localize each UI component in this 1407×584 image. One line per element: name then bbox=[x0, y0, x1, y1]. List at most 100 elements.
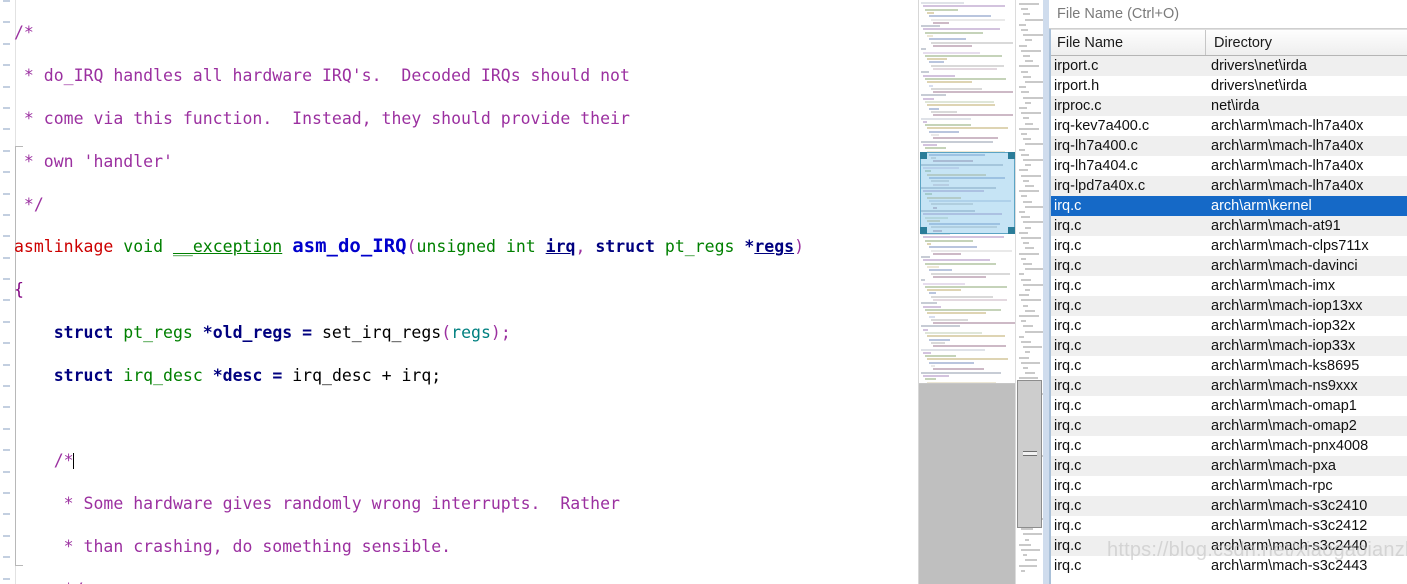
minimap-line bbox=[925, 77, 1007, 80]
table-row[interactable]: irq-lh7a400.c arch\arm\mach-lh7a40x bbox=[1049, 136, 1407, 156]
table-row[interactable]: irq-kev7a400.c arch\arm\mach-lh7a40x bbox=[1049, 116, 1407, 136]
scrollbar-tick bbox=[1021, 278, 1031, 281]
minimap-line bbox=[931, 341, 946, 344]
table-row[interactable]: irq.c arch\arm\mach-omap1 bbox=[1049, 396, 1407, 416]
scrollbar-tick bbox=[1023, 55, 1030, 57]
table-row[interactable]: irq.c arch\arm\mach-iop33x bbox=[1049, 336, 1407, 356]
scrollbar-tick bbox=[1025, 39, 1032, 42]
table-row[interactable]: irq.c arch\arm\kernel bbox=[1049, 196, 1407, 216]
minimap-page-separator bbox=[919, 383, 1016, 384]
code-editor-pane[interactable]: /* * do_IRQ handles all hardware IRQ's. … bbox=[0, 0, 918, 584]
minimap-line bbox=[931, 41, 1013, 44]
table-row[interactable]: irq.c arch\arm\mach-pxa bbox=[1049, 456, 1407, 476]
minimap-line bbox=[927, 335, 1005, 338]
minimap-line bbox=[923, 28, 1000, 31]
cell-directory: arch\arm\mach-imx bbox=[1211, 278, 1336, 294]
scrollbar-tick bbox=[1025, 226, 1031, 229]
table-row[interactable]: irq.c arch\arm\mach-s3c2443 bbox=[1049, 556, 1407, 576]
table-row[interactable]: irq.c arch\arm\mach-davinci bbox=[1049, 256, 1407, 276]
minimap-line bbox=[921, 325, 961, 328]
table-row[interactable]: irport.c drivers\net\irda bbox=[1049, 56, 1407, 76]
minimap-line bbox=[929, 315, 935, 318]
table-row[interactable]: irq.c arch\arm\mach-at91 bbox=[1049, 216, 1407, 236]
gutter-marker bbox=[3, 363, 10, 366]
search-input[interactable] bbox=[1057, 6, 1407, 22]
table-row[interactable]: irq.c arch\arm\mach-ks8695 bbox=[1049, 356, 1407, 376]
cell-directory: arch\arm\mach-s3c2440 bbox=[1211, 538, 1368, 554]
table-row[interactable]: irq.c arch\arm\mach-iop32x bbox=[1049, 316, 1407, 336]
minimap-line bbox=[931, 134, 939, 136]
file-search-box[interactable] bbox=[1049, 0, 1407, 29]
table-row[interactable]: irq-lh7a404.c arch\arm\mach-lh7a40x bbox=[1049, 156, 1407, 176]
table-row[interactable]: irport.h drivers\net\irda bbox=[1049, 76, 1407, 96]
cell-file-name: irq-lpd7a40x.c bbox=[1054, 178, 1146, 194]
minimap-line bbox=[929, 246, 978, 249]
minimap-scrollbar[interactable] bbox=[1015, 0, 1043, 584]
table-row[interactable]: irq.c arch\arm\mach-pnx4008 bbox=[1049, 436, 1407, 456]
scrollbar-tick bbox=[1023, 75, 1031, 78]
gutter-marker bbox=[3, 256, 10, 259]
code-line: asmlinkage void __exception asm_do_IRQ(u… bbox=[14, 235, 805, 258]
minimap-line bbox=[927, 127, 1009, 130]
minimap-pane[interactable] bbox=[918, 0, 1043, 584]
table-row[interactable]: irq.c arch\arm\mach-omap2 bbox=[1049, 416, 1407, 436]
minimap-line bbox=[925, 8, 959, 11]
table-row[interactable]: irproc.c net\irda bbox=[1049, 96, 1407, 116]
scrollbar-tick bbox=[1023, 263, 1033, 265]
scrollbar-thumb[interactable] bbox=[1017, 380, 1042, 528]
table-row[interactable]: irq.c arch\arm\mach-iop13xx bbox=[1049, 296, 1407, 316]
code-line: * than crashing, do something sensible. bbox=[63, 536, 452, 556]
table-row[interactable]: irq.c arch\arm\mach-s3c2440 bbox=[1049, 536, 1407, 556]
cell-directory: arch\arm\mach-lh7a40x bbox=[1211, 178, 1364, 194]
table-row[interactable]: irq.c arch\arm\mach-imx bbox=[1049, 276, 1407, 296]
cell-directory: arch\arm\mach-s3c2443 bbox=[1211, 558, 1368, 574]
file-list[interactable]: irport.c drivers\net\irda irport.h drivers\… bbox=[1049, 56, 1407, 584]
cell-directory: arch\arm\mach-iop13xx bbox=[1211, 298, 1363, 314]
scrollbar-tick bbox=[1019, 356, 1030, 359]
minimap-canvas[interactable] bbox=[919, 0, 1016, 584]
cell-file-name: irq.c bbox=[1054, 498, 1082, 514]
scrollbar-tick bbox=[1023, 221, 1043, 224]
table-row[interactable]: irq.c arch\arm\mach-s3c2410 bbox=[1049, 496, 1407, 516]
minimap-line bbox=[931, 226, 998, 229]
minimap-line bbox=[923, 282, 966, 285]
cell-file-name: irq.c bbox=[1054, 558, 1082, 574]
cell-file-name: irproc.c bbox=[1054, 98, 1102, 114]
minimap-line bbox=[931, 157, 936, 160]
scrollbar-tick bbox=[1019, 3, 1039, 5]
scrollbar-tick bbox=[1021, 569, 1025, 572]
table-row[interactable]: irq.c arch\arm\mach-clps711x bbox=[1049, 236, 1407, 256]
scrollbar-tick bbox=[1021, 549, 1040, 551]
scrollbar-tick bbox=[1025, 101, 1032, 104]
gutter-marker bbox=[3, 128, 10, 131]
scrollbar-tick bbox=[1021, 91, 1029, 94]
gutter-marker bbox=[3, 385, 10, 388]
code-text[interactable]: /* * do_IRQ handles all hardware IRQ's. … bbox=[14, 0, 804, 584]
gutter-marker bbox=[3, 534, 10, 537]
minimap-line bbox=[921, 371, 1001, 374]
cell-directory: arch\arm\mach-davinci bbox=[1211, 258, 1358, 274]
minimap-line bbox=[929, 338, 950, 341]
code-line: struct pt_regs *old_regs = set_irq_regs(… bbox=[53, 322, 511, 342]
minimap-line bbox=[933, 137, 998, 140]
column-header-file-name[interactable]: File Name bbox=[1049, 30, 1206, 55]
scrollbar-tick bbox=[1021, 29, 1029, 31]
minimap-line bbox=[927, 196, 962, 199]
minimap-line bbox=[921, 256, 931, 259]
cell-directory: arch\arm\mach-rpc bbox=[1211, 478, 1333, 494]
scrollbar-tick bbox=[1019, 335, 1024, 338]
minimap-line bbox=[925, 193, 932, 196]
column-header-directory[interactable]: Directory bbox=[1206, 30, 1407, 55]
table-row[interactable]: irq.c arch\arm\mach-rpc bbox=[1049, 476, 1407, 496]
cell-file-name: irq-lh7a400.c bbox=[1054, 138, 1138, 154]
table-row[interactable]: irq-lpd7a40x.c arch\arm\mach-lh7a40x bbox=[1049, 176, 1407, 196]
minimap-line bbox=[921, 163, 1003, 166]
scrollbar-tick bbox=[1025, 538, 1029, 541]
cell-file-name: irq.c bbox=[1054, 338, 1082, 354]
gutter-marker bbox=[3, 21, 10, 24]
minimap-line bbox=[923, 120, 928, 123]
cell-directory: arch\arm\mach-ns9xxx bbox=[1211, 378, 1358, 394]
cell-directory: drivers\net\irda bbox=[1211, 58, 1307, 74]
table-row[interactable]: irq.c arch\arm\mach-s3c2412 bbox=[1049, 516, 1407, 536]
table-row[interactable]: irq.c arch\arm\mach-ns9xxx bbox=[1049, 376, 1407, 396]
